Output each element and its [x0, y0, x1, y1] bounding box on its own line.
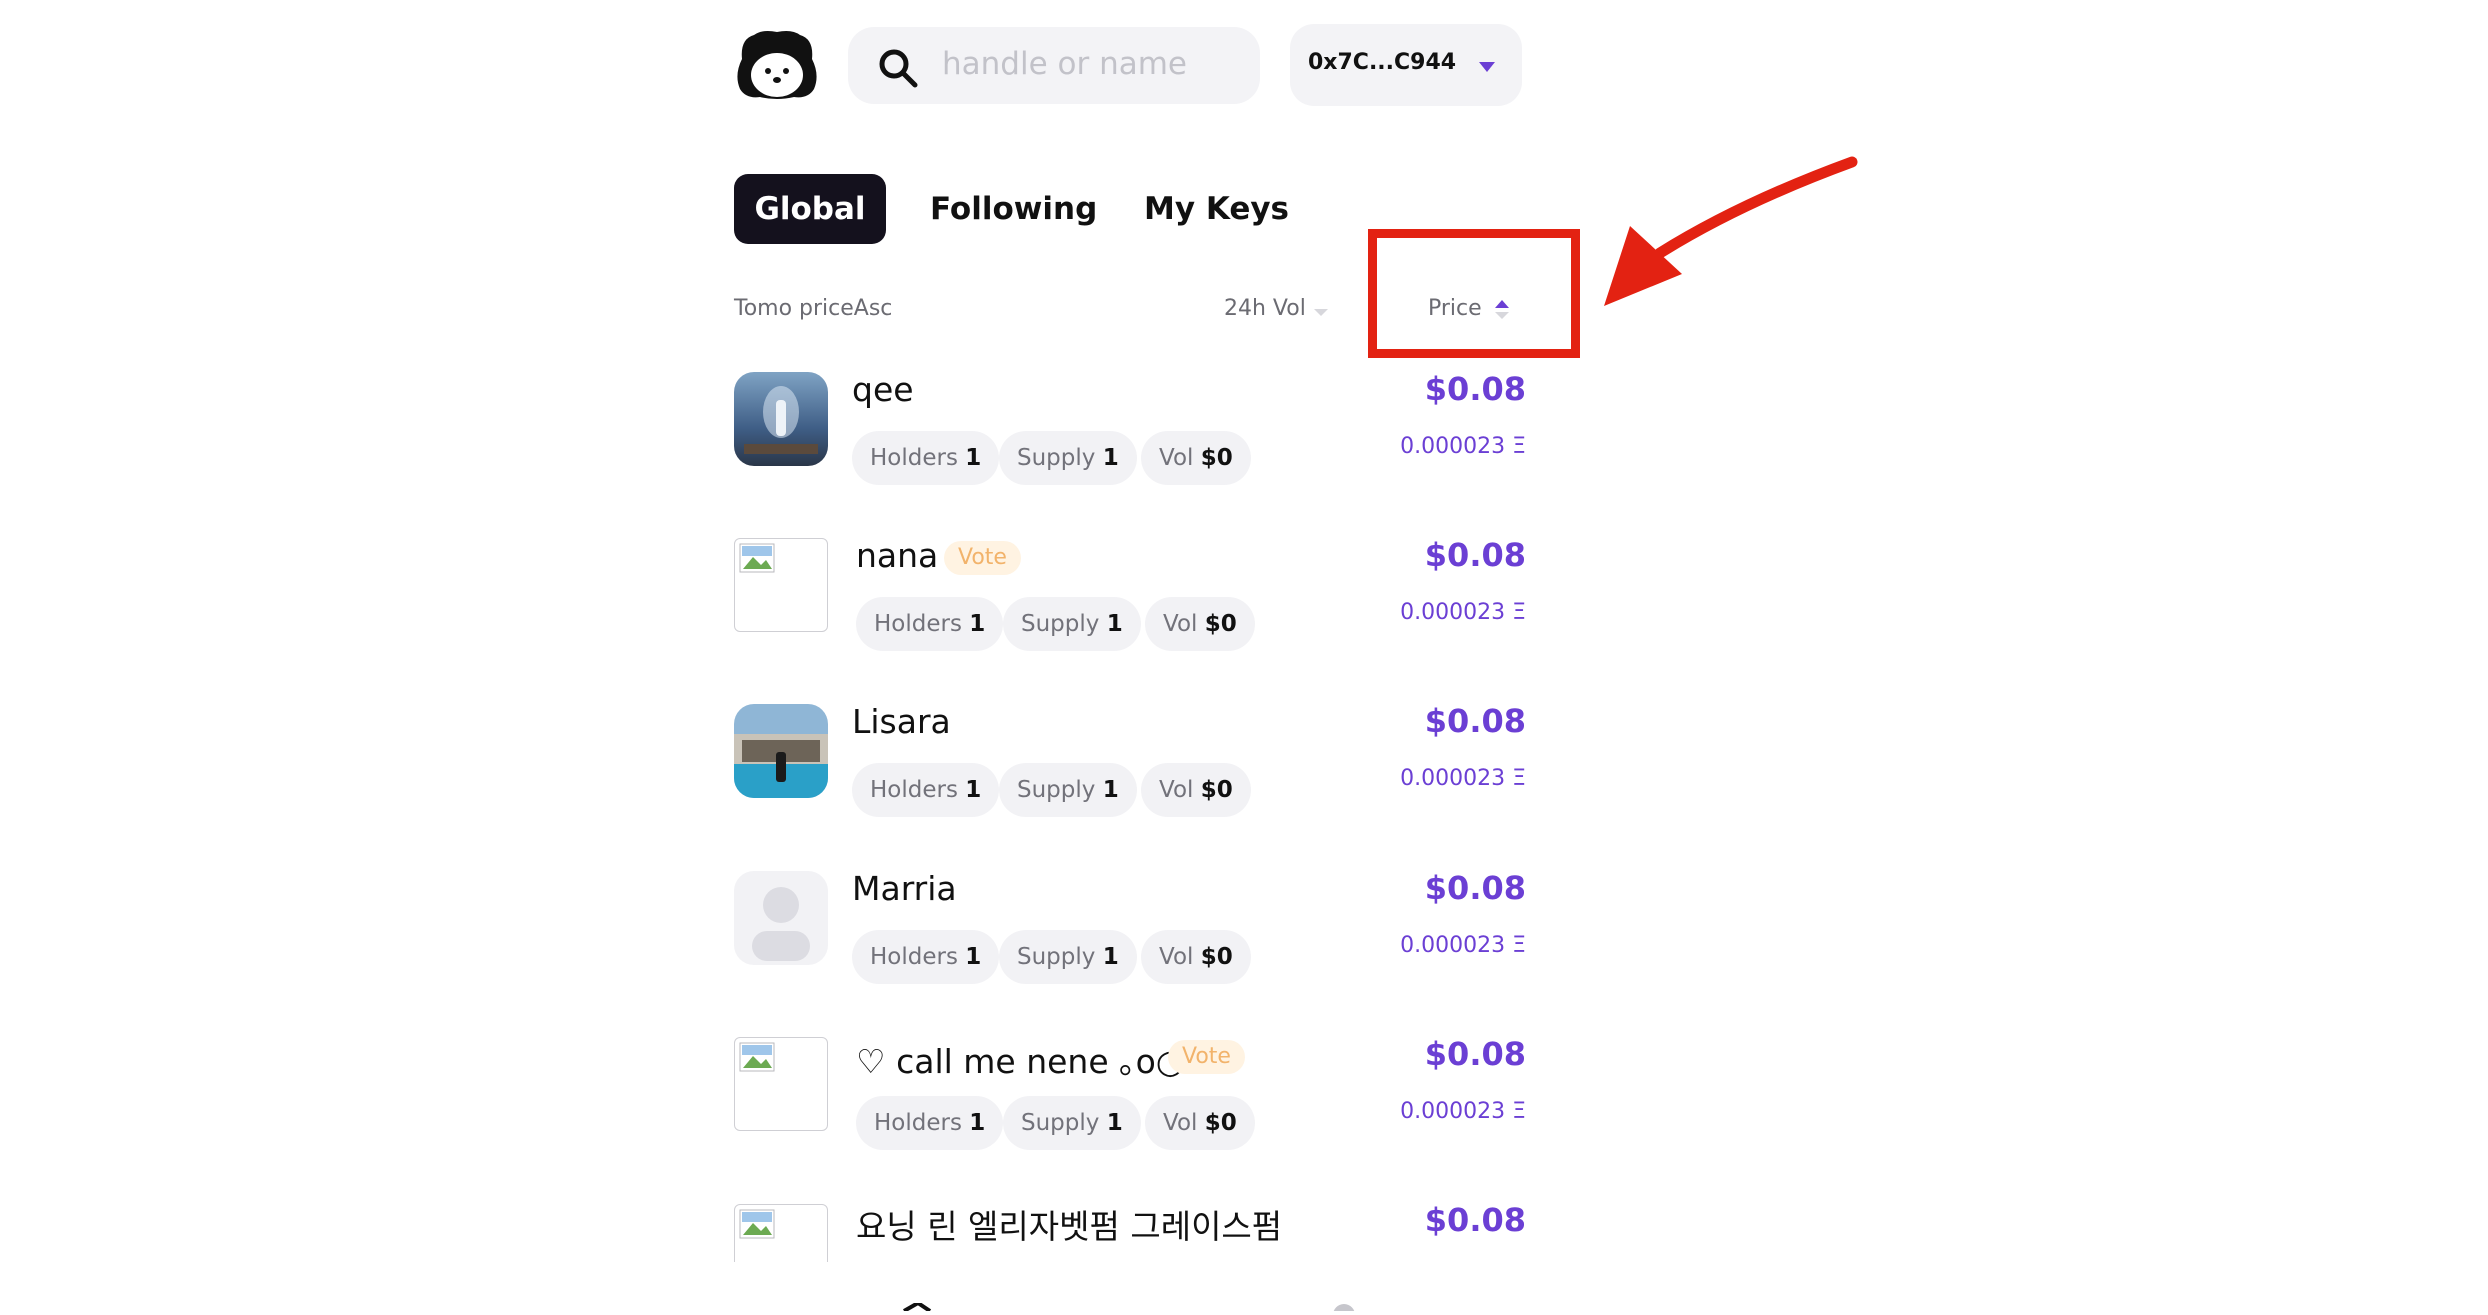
price-usd: $0.08 — [1424, 869, 1526, 907]
vol-sort-caret-icon — [1314, 309, 1328, 316]
price-usd: $0.08 — [1424, 702, 1526, 740]
nav-profile-icon[interactable] — [1332, 1296, 1356, 1315]
broken-image-icon[interactable] — [734, 1204, 828, 1262]
tab-global[interactable]: Global — [734, 174, 886, 244]
vol-chip: Vol $0 — [1141, 763, 1251, 817]
row-name[interactable]: ♡ call me nene ｡o○ — [856, 1035, 1185, 1083]
vote-badge[interactable]: Vote — [1168, 1040, 1245, 1074]
sort-label: Tomo priceAsc — [734, 296, 893, 321]
price-eth: 0.000023 Ξ — [1400, 933, 1526, 958]
vol-sort-header[interactable]: 24h Vol — [1224, 296, 1306, 321]
vol-chip: Vol $0 — [1141, 930, 1251, 984]
annotation-arrow-icon — [1590, 148, 1870, 318]
holders-chip: Holders 1 — [852, 763, 1000, 817]
price-eth: 0.000023 Ξ — [1400, 1099, 1526, 1124]
broken-image-icon[interactable] — [734, 1037, 828, 1131]
avatar[interactable] — [734, 704, 828, 798]
vol-chip: Vol $0 — [1141, 431, 1251, 485]
wallet-address: 0x7C...C944 — [1308, 50, 1457, 75]
avatar[interactable] — [734, 372, 828, 466]
holders-chip: Holders 1 — [852, 930, 1000, 984]
price-usd: $0.08 — [1424, 1201, 1526, 1239]
default-avatar-icon[interactable] — [734, 871, 828, 965]
annotation-highlight-box — [1368, 229, 1580, 358]
supply-chip: Supply 1 — [999, 431, 1137, 485]
price-eth: 0.000023 Ξ — [1400, 600, 1526, 625]
supply-chip: Supply 1 — [1003, 1096, 1141, 1150]
holders-chip: Holders 1 — [856, 1096, 1004, 1150]
nav-home-icon[interactable] — [902, 1296, 932, 1315]
row-name[interactable]: qee — [852, 370, 914, 409]
row-name[interactable]: Lisara — [852, 702, 951, 741]
vol-chip: Vol $0 — [1145, 597, 1255, 651]
holders-chip: Holders 1 — [852, 431, 1000, 485]
broken-image-icon[interactable] — [734, 538, 828, 632]
row-clip — [734, 1204, 830, 1262]
search-icon — [878, 48, 918, 88]
row-name[interactable]: 요닝 린 엘리자벳펌 그레이스펌 — [856, 1200, 1282, 1248]
supply-chip: Supply 1 — [999, 930, 1137, 984]
price-usd: $0.08 — [1424, 370, 1526, 408]
price-eth: 0.000023 Ξ — [1400, 434, 1526, 459]
holders-chip: Holders 1 — [856, 597, 1004, 651]
chevron-down-icon — [1479, 62, 1495, 72]
tab-following[interactable]: Following — [930, 174, 1097, 244]
app-logo[interactable] — [734, 29, 820, 99]
price-usd: $0.08 — [1424, 1035, 1526, 1073]
search-input[interactable] — [940, 38, 1244, 90]
price-usd: $0.08 — [1424, 536, 1526, 574]
price-eth: 0.000023 Ξ — [1400, 766, 1526, 791]
supply-chip: Supply 1 — [999, 763, 1137, 817]
vote-badge[interactable]: Vote — [944, 541, 1021, 575]
tab-my-keys[interactable]: My Keys — [1144, 174, 1289, 244]
row-name[interactable]: nana — [856, 536, 938, 575]
vol-chip: Vol $0 — [1145, 1096, 1255, 1150]
row-name[interactable]: Marria — [852, 869, 957, 908]
supply-chip: Supply 1 — [1003, 597, 1141, 651]
